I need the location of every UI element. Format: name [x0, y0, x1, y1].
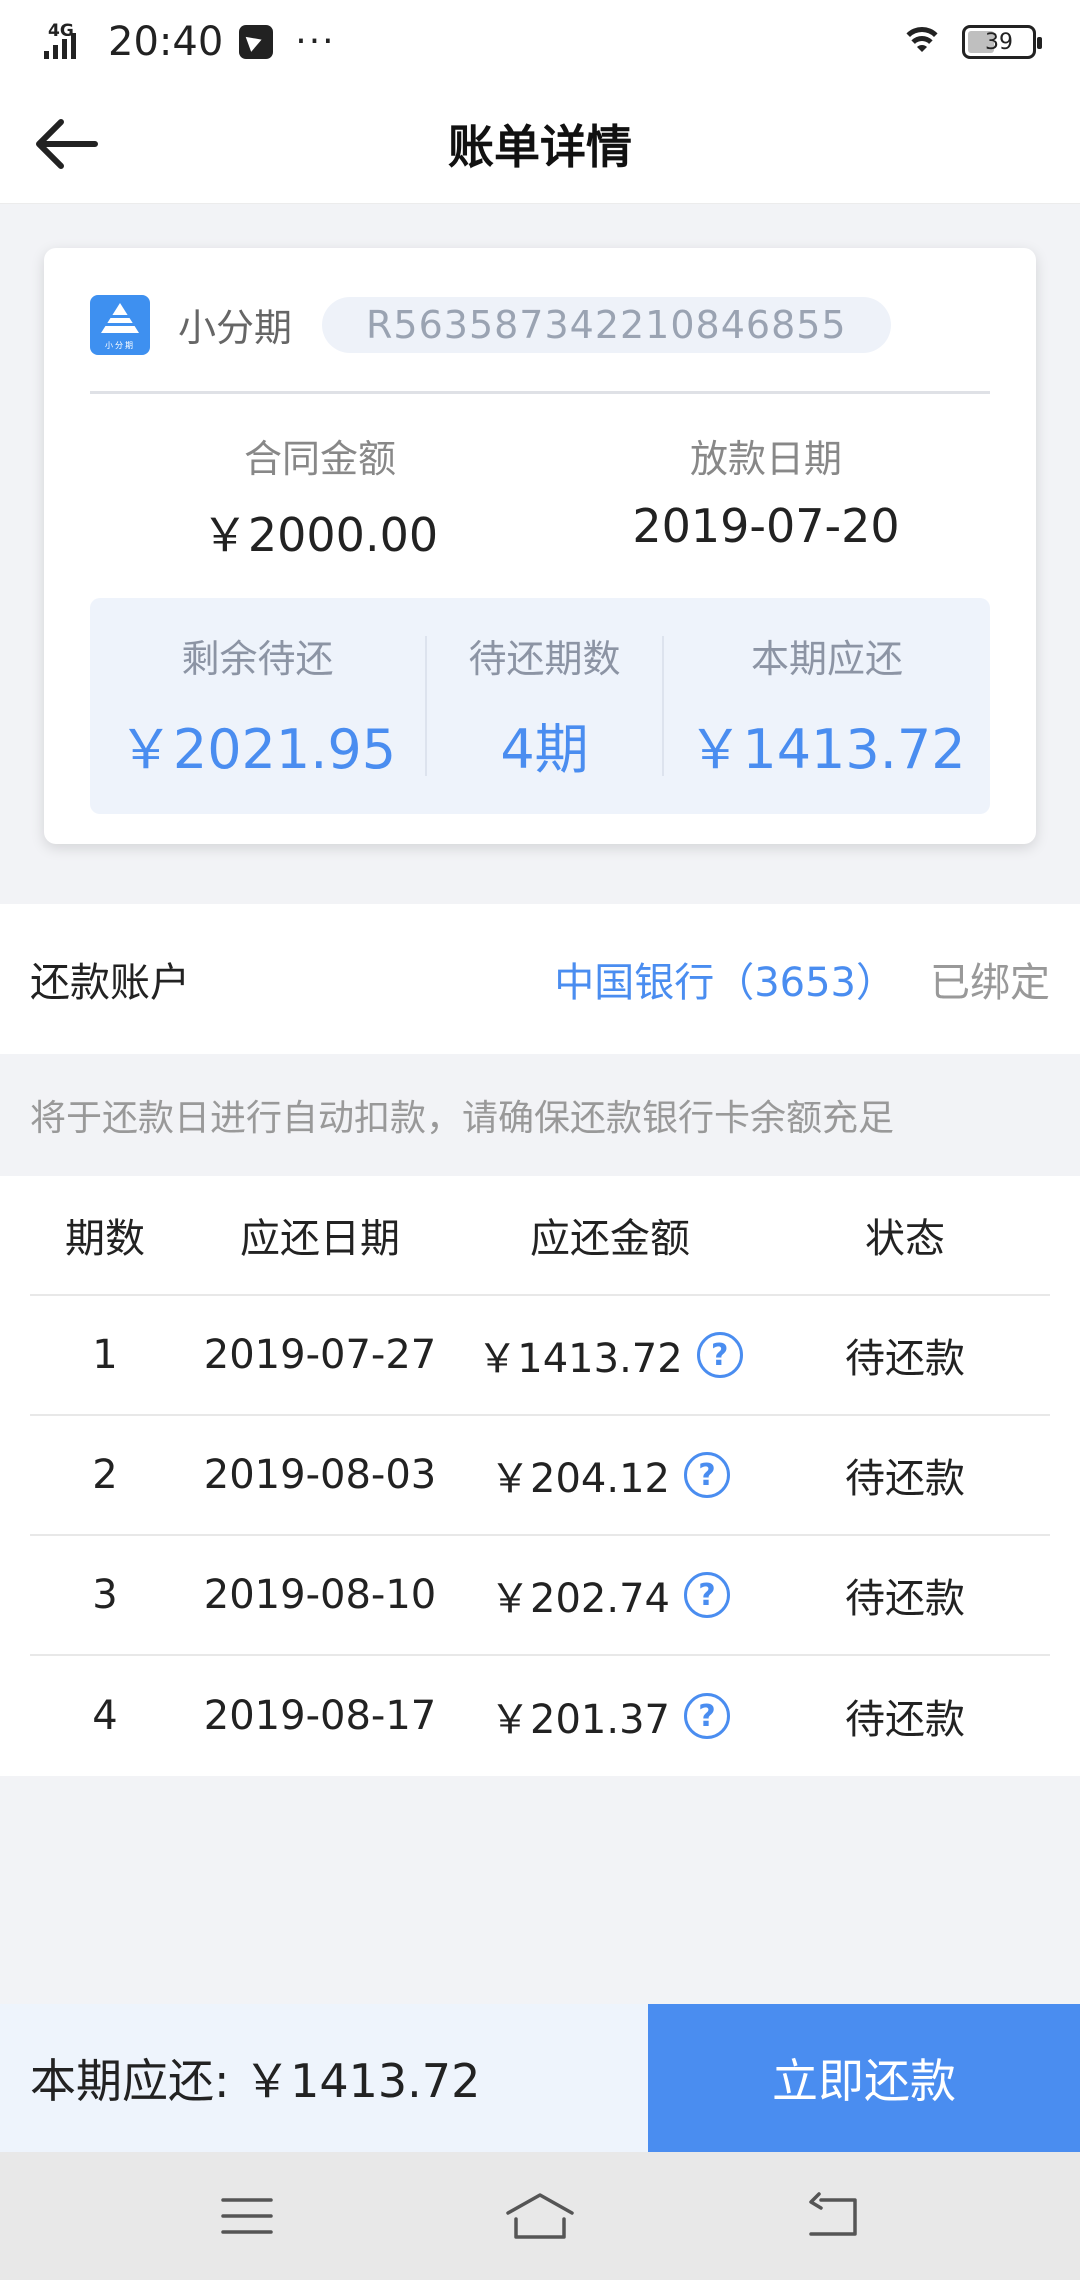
wifi-icon — [900, 25, 944, 59]
remaining-balance: 剩余待还 ￥2021.95 — [90, 628, 425, 784]
current-due-value: ￥1413.72 — [688, 718, 966, 781]
network-type: 4G — [48, 21, 74, 41]
loan-date-value: 2019-07-20 — [632, 499, 900, 553]
loan-card: 小分期 小分期 R563587342210846855 合同金额 ￥2000.0… — [44, 248, 1036, 844]
header-due-date: 应还日期 — [240, 1216, 400, 1262]
row-status: 待还款 — [845, 1697, 965, 1743]
header-status: 状态 — [865, 1216, 945, 1262]
row-amount-cell: ￥204.12 ? — [460, 1446, 760, 1504]
product-name: 小分期 — [178, 306, 293, 350]
row-amount-cell: ￥1413.72 ? — [460, 1326, 760, 1384]
question-circle-icon[interactable]: ? — [696, 1332, 743, 1378]
row-period: 3 — [92, 1572, 118, 1618]
row-amount-cell: ￥202.74 ? — [460, 1566, 760, 1624]
repayment-summary: 剩余待还 ￥2021.95 待还期数 4期 本期应还 ￥1413.72 — [90, 598, 990, 814]
contract-amount-value: ￥2000.00 — [201, 508, 439, 562]
remaining-value: ￥2021.95 — [118, 718, 397, 781]
question-circle-icon[interactable]: ? — [683, 1452, 730, 1498]
nav-menu-button[interactable] — [202, 2181, 292, 2251]
row-period: 1 — [92, 1332, 118, 1378]
contract-number: R563587342210846855 — [322, 296, 891, 353]
loan-card-header: 小分期 小分期 R563587342210846855 — [90, 278, 990, 394]
battery-level: 39 — [985, 29, 1013, 55]
row-amount: ￥201.37 — [490, 1697, 670, 1743]
row-date: 2019-07-27 — [203, 1332, 437, 1378]
return-icon — [809, 2192, 858, 2236]
question-circle-icon[interactable]: ? — [683, 1693, 730, 1739]
periods-left-value: 4期 — [500, 718, 589, 781]
account-label: 还款账户 — [30, 960, 190, 1006]
row-period: 2 — [92, 1452, 118, 1498]
status-time: 20:40 — [108, 19, 224, 65]
telegram-icon — [239, 25, 274, 59]
loan-date-label: 放款日期 — [689, 437, 842, 481]
header-amount: 应还金额 — [530, 1216, 690, 1262]
more-notifications-icon: ··· — [295, 21, 336, 62]
signal-icon: 4G — [44, 21, 94, 59]
current-due-summary: 本期应还: ￥1413.72 — [0, 2004, 648, 2152]
bank-card[interactable]: 中国银行（3653） — [554, 950, 896, 1008]
auto-debit-notice: 将于还款日进行自动扣款，请确保还款银行卡余额充足 — [30, 1098, 895, 1139]
table-row: 3 2019-08-10 ￥202.74 ? 待还款 — [30, 1536, 1050, 1656]
repayment-schedule-table: 期数 应还日期 应还金额 状态 1 2019-07-27 ￥1413.72 ? … — [0, 1176, 1080, 1776]
contract-amount: 合同金额 ￥2000.00 — [110, 428, 530, 565]
contract-amount-label: 合同金额 — [243, 437, 396, 481]
battery-icon: 39 — [962, 25, 1042, 59]
bottom-action-bar: 本期应还: ￥1413.72 立即还款 — [0, 2004, 1080, 2152]
arrow-left-icon — [36, 119, 98, 169]
current-due-label: 本期应还 — [750, 637, 903, 681]
periods-left-label: 待还期数 — [468, 637, 621, 681]
row-status: 待还款 — [845, 1456, 965, 1502]
table-row: 4 2019-08-17 ￥201.37 ? 待还款 — [30, 1656, 1050, 1776]
header-period: 期数 — [65, 1216, 145, 1262]
row-amount: ￥202.74 — [490, 1576, 670, 1622]
current-due: 本期应还 ￥1413.72 — [664, 628, 990, 784]
loan-date: 放款日期 2019-07-20 — [556, 428, 976, 553]
periods-left: 待还期数 4期 — [427, 628, 662, 784]
page-title: 账单详情 — [448, 119, 632, 174]
row-status: 待还款 — [845, 1336, 965, 1382]
row-amount: ￥204.12 — [490, 1456, 670, 1502]
row-date: 2019-08-03 — [203, 1452, 437, 1498]
nav-home-button[interactable] — [495, 2181, 585, 2251]
question-circle-icon[interactable]: ? — [683, 1572, 730, 1618]
home-icon — [506, 2193, 574, 2239]
row-date: 2019-08-10 — [203, 1572, 437, 1618]
nav-back-button[interactable] — [788, 2181, 878, 2251]
binding-status: 已绑定 — [930, 960, 1050, 1006]
row-amount-cell: ￥201.37 ? — [460, 1687, 760, 1745]
menu-icon — [220, 2198, 273, 2234]
table-row: 1 2019-07-27 ￥1413.72 ? 待还款 — [30, 1296, 1050, 1416]
system-nav-bar — [0, 2152, 1080, 2280]
pay-now-button[interactable]: 立即还款 — [648, 2004, 1080, 2152]
table-header: 期数 应还日期 应还金额 状态 — [30, 1176, 1050, 1296]
status-bar: 4G 20:40 ··· 39 — [0, 0, 1080, 84]
row-status: 待还款 — [845, 1576, 965, 1622]
row-date: 2019-08-17 — [203, 1693, 437, 1739]
table-row: 2 2019-08-03 ￥204.12 ? 待还款 — [30, 1416, 1050, 1536]
back-button[interactable] — [30, 108, 102, 180]
remaining-label: 剩余待还 — [181, 637, 334, 681]
product-logo: 小分期 — [90, 294, 150, 355]
row-amount: ￥1413.72 — [477, 1336, 683, 1382]
repayment-account-row[interactable]: 还款账户 中国银行（3653） 已绑定 — [0, 904, 1080, 1054]
row-period: 4 — [92, 1693, 118, 1739]
header: 账单详情 — [0, 84, 1080, 204]
